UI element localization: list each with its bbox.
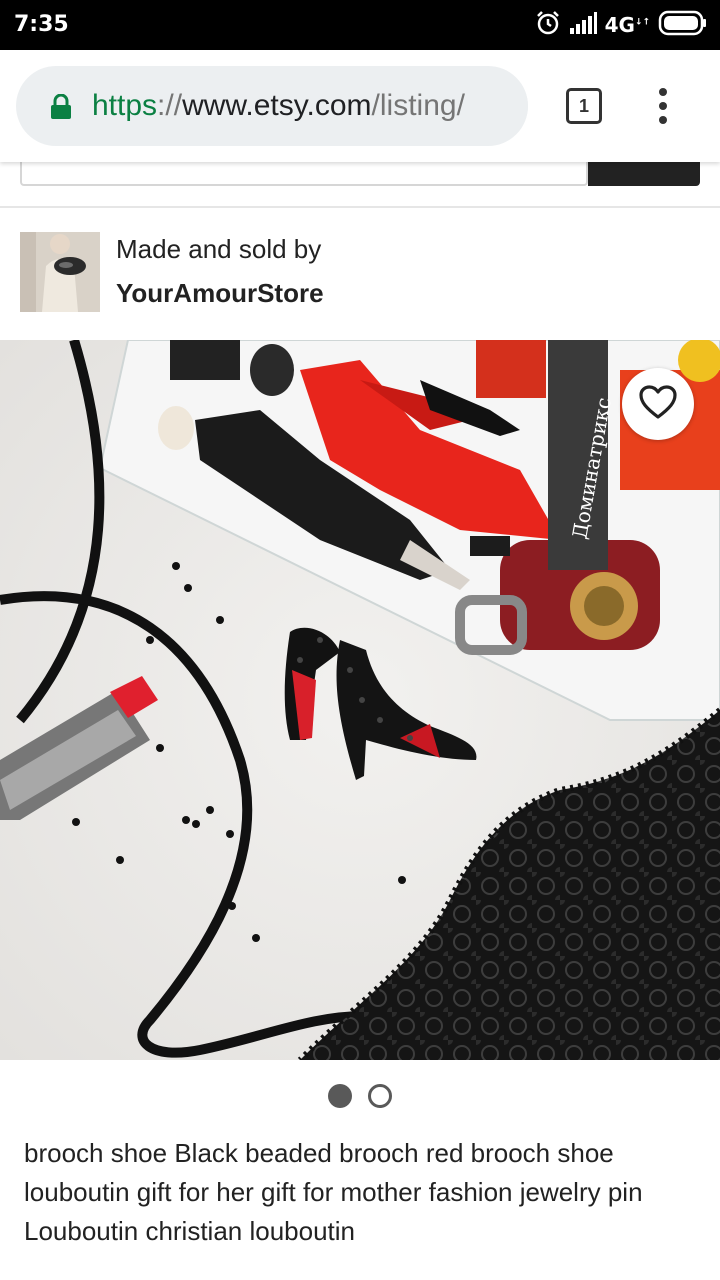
seller-label: Made and sold by [116, 234, 322, 264]
url-text[interactable]: https://www.etsy.com/listing/ [92, 86, 512, 126]
favorite-button[interactable] [622, 368, 694, 440]
browser-toolbar: https://www.etsy.com/listing/ 1 [0, 50, 720, 162]
carousel-dot-2[interactable] [368, 1084, 392, 1108]
seller-name-link[interactable]: YourAmourStore [116, 278, 324, 309]
divider [0, 206, 720, 208]
address-bar[interactable]: https://www.etsy.com/listing/ [16, 66, 528, 146]
search-input[interactable] [20, 162, 588, 186]
battery-icon [658, 10, 708, 41]
alarm-icon [535, 10, 561, 41]
signal-icon [569, 11, 597, 39]
heart-icon [638, 384, 678, 425]
status-bar: 7:35 4G↓↑ [0, 0, 720, 50]
lock-icon [50, 93, 72, 125]
tab-count: 1 [578, 95, 589, 116]
more-menu-icon[interactable] [648, 86, 678, 126]
seller-section: Made and sold by YourAmourStore [0, 210, 720, 340]
status-time: 7:35 [14, 12, 69, 37]
carousel-dot-1[interactable] [328, 1084, 352, 1108]
tab-switcher-button[interactable]: 1 [566, 88, 602, 124]
listing-image[interactable]: Доминатрикс [0, 340, 720, 1060]
status-icons: 4G↓↑ [535, 10, 708, 40]
network-type: 4G↓↑ [604, 13, 650, 37]
search-button[interactable] [588, 162, 700, 186]
listing-title: brooch shoe Black beaded brooch red broo… [24, 1138, 643, 1246]
carousel-indicators [0, 1084, 720, 1110]
seller-avatar[interactable] [20, 232, 100, 312]
search-bar [20, 162, 700, 186]
